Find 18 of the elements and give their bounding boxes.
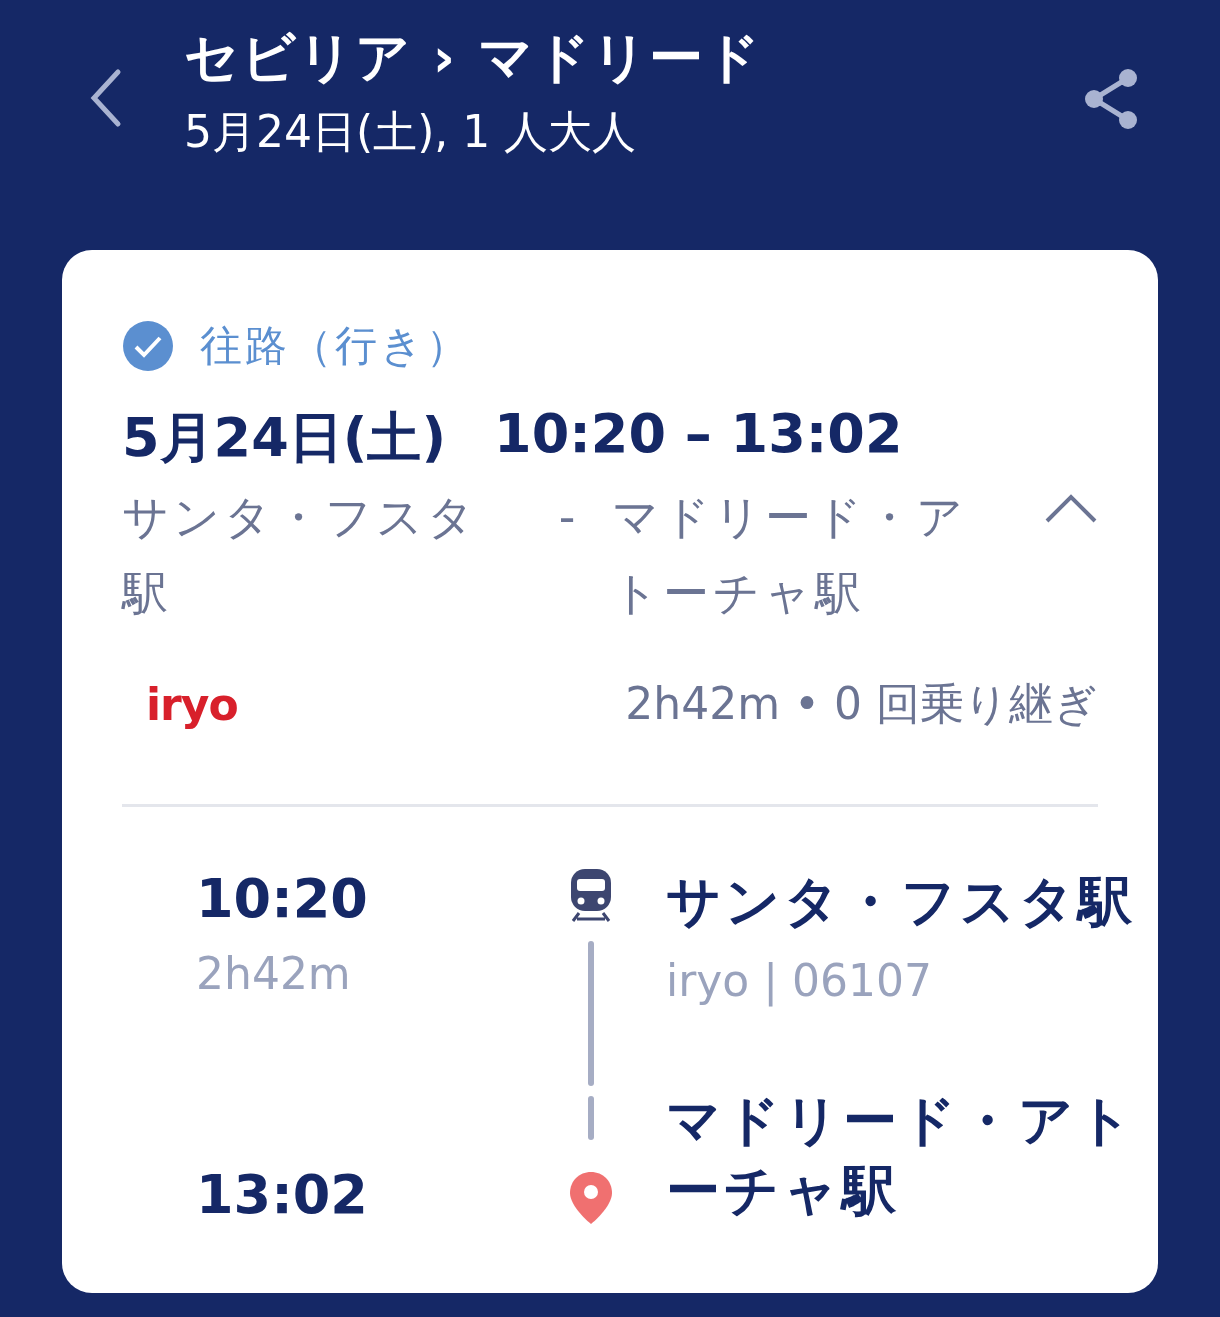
station-name: サンタ・フスタ駅 [666, 869, 1137, 935]
journey-date: 5月24日(土) [122, 405, 447, 471]
direction-label: 往路（行き） [200, 320, 471, 372]
trip-summary: 2h42m • 0 回乗り継ぎ [625, 677, 1098, 731]
train-icon [569, 867, 613, 923]
trip-subtitle: 5月24日(土), 1 人大人 [184, 105, 638, 159]
trip-duration: 2h42m [196, 948, 352, 999]
destination-station: マドリード・アトーチャ駅 [612, 489, 968, 622]
station-separator: - [557, 489, 577, 546]
location-pin-icon [568, 1170, 614, 1226]
station-name: マドリード・アトーチャ駅 [666, 1088, 1137, 1224]
stop-time: 13:02 [196, 1163, 369, 1226]
service-number: iryo | 06107 [666, 955, 934, 1009]
journey-times: 10:20 – 13:02 [494, 402, 903, 467]
route-title: セビリア › マドリード [184, 25, 763, 91]
operator-logo: iryo [146, 679, 238, 730]
stop-time: 10:20 [196, 867, 369, 930]
origin-station: サンタ・フスタ駅 [122, 489, 479, 622]
